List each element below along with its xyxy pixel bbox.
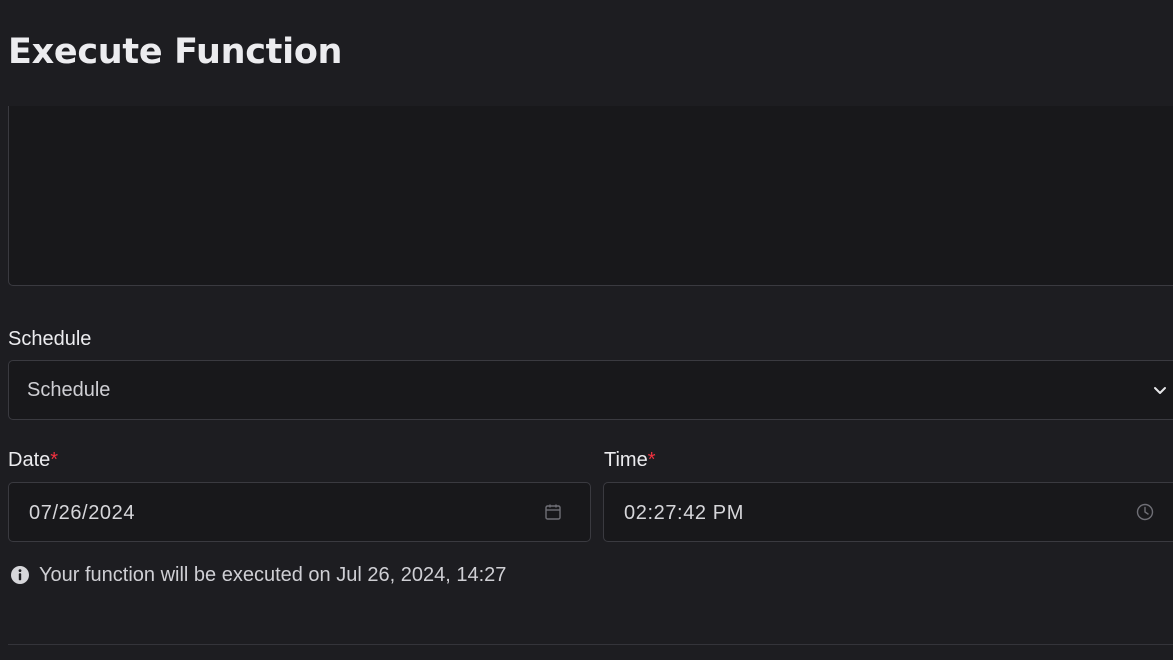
schedule-label-text: Schedule — [8, 328, 92, 350]
calendar-icon[interactable] — [543, 502, 563, 522]
info-icon — [11, 566, 29, 584]
date-label: Date* — [8, 448, 58, 472]
date-label-text: Date — [8, 449, 51, 471]
time-required-mark: * — [647, 449, 656, 471]
date-required-mark: * — [50, 449, 59, 471]
schedule-select-value: Schedule — [27, 379, 111, 401]
chevron-down-icon — [1154, 387, 1166, 394]
date-input[interactable]: 07/26/2024 — [8, 482, 591, 542]
clock-icon[interactable] — [1135, 502, 1155, 522]
dialog-header: Execute Function — [0, 0, 1173, 106]
schedule-label: Schedule — [8, 327, 91, 351]
footer-divider — [8, 644, 1173, 645]
execution-info-text: Your function will be executed on Jul 26… — [39, 564, 507, 586]
schedule-select[interactable]: Schedule — [8, 360, 1173, 420]
execution-info: Your function will be executed on Jul 26… — [10, 562, 506, 588]
date-input-value: 07/26/2024 — [29, 502, 136, 524]
time-input-value: 02:27:42 PM — [624, 502, 745, 524]
time-input[interactable]: 02:27:42 PM — [603, 482, 1173, 542]
dialog-title: Execute Function — [8, 32, 343, 72]
time-label: Time* — [604, 448, 656, 472]
time-label-text: Time — [604, 449, 648, 471]
body-textarea[interactable] — [8, 106, 1173, 286]
